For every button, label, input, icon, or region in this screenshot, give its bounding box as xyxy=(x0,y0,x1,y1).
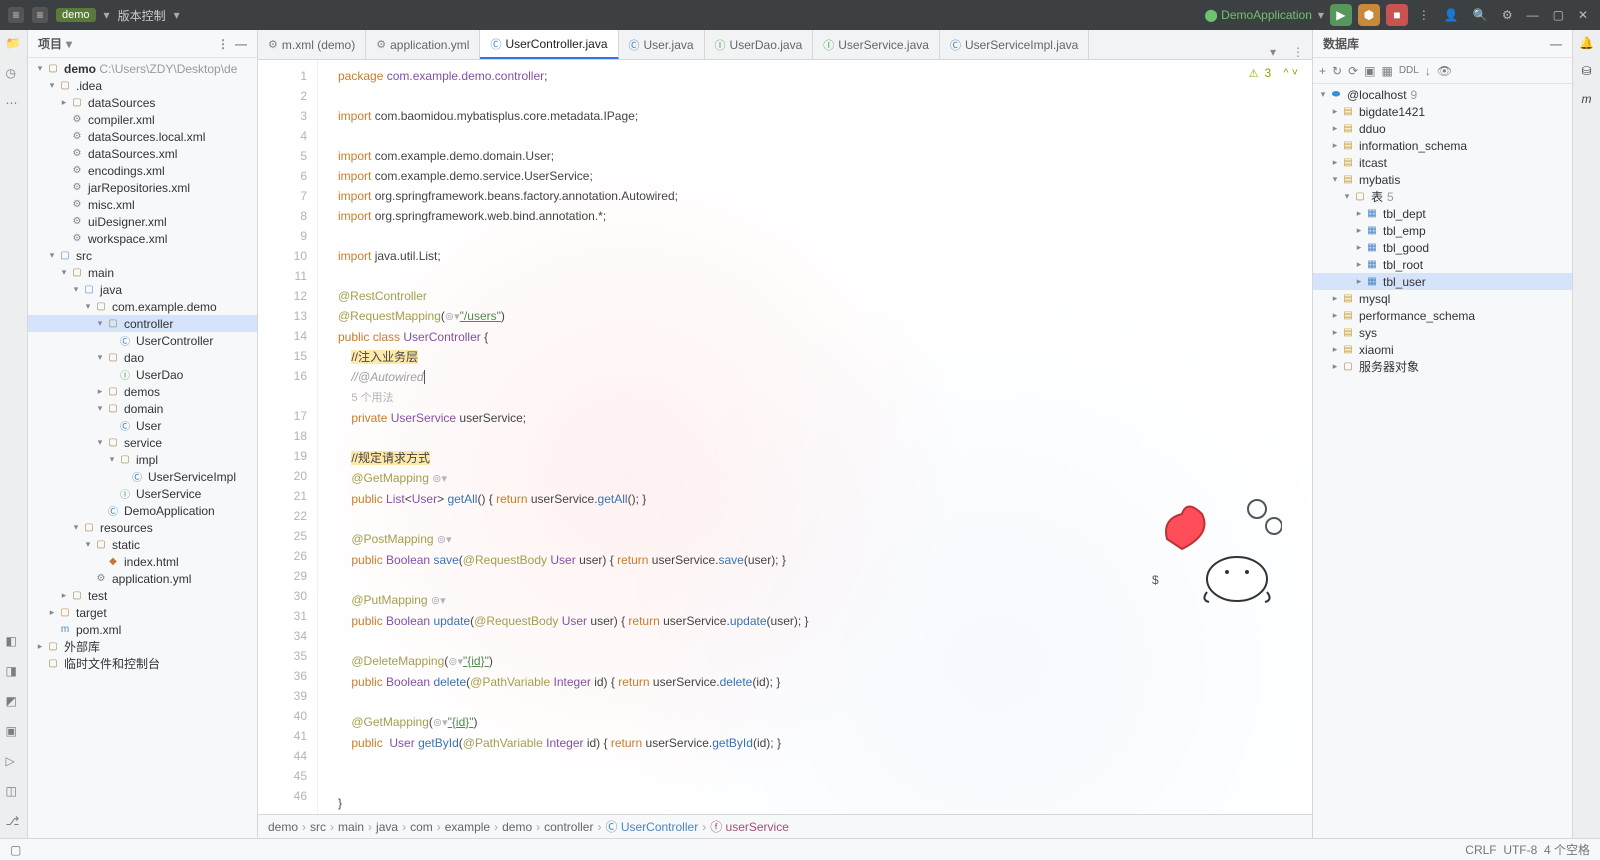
status-encoding[interactable]: UTF-8 xyxy=(1503,843,1537,857)
run-icon[interactable]: ▷ xyxy=(6,754,22,770)
minimize-icon[interactable]: — xyxy=(1523,8,1543,22)
code-editor[interactable]: ⚠ 3 ^ ˅ 12345678910111213141516171819202… xyxy=(258,60,1312,814)
vcs-menu[interactable]: 版本控制 xyxy=(118,7,166,24)
tab-mxml[interactable]: ⚙m.xml (demo) xyxy=(258,30,366,59)
stop-button[interactable]: ■ xyxy=(1386,4,1408,26)
git-icon[interactable]: ⎇ xyxy=(6,814,22,830)
debug-button[interactable]: ⬢ xyxy=(1358,4,1380,26)
status-stack-icon[interactable]: ▢ xyxy=(10,843,21,857)
hamburger-icon[interactable]: ≡ xyxy=(32,7,48,23)
project-tool-icon[interactable]: 📁 xyxy=(6,36,22,52)
crumb[interactable]: example xyxy=(445,820,490,834)
status-bar: ▢ CRLF UTF-8 4 个空格 xyxy=(0,838,1600,860)
structure-tool-icon[interactable]: ⋯ xyxy=(6,96,22,112)
hide-icon[interactable]: — xyxy=(235,37,247,51)
tab-appyml[interactable]: ⚙application.yml xyxy=(366,30,480,59)
chevron-down-icon[interactable]: ▾ xyxy=(66,37,72,51)
refresh-icon[interactable]: ↻ xyxy=(1332,64,1342,78)
database-tool-icon[interactable]: ⛁ xyxy=(1581,64,1591,78)
services-icon[interactable]: ◫ xyxy=(6,784,22,800)
maven-tool-icon[interactable]: m xyxy=(1582,92,1592,106)
gutter: 1234567891011121314151617181920212225262… xyxy=(258,60,318,814)
tab-userservice[interactable]: ⒾUserService.java xyxy=(813,30,940,59)
crumb[interactable]: demo xyxy=(268,820,298,834)
project-tree[interactable]: ▾▢demo C:\Users\ZDY\Desktop\de ▾▢.idea ▸… xyxy=(28,58,257,838)
problems-icon[interactable]: ◩ xyxy=(6,694,22,710)
project-panel-title: 项目 xyxy=(38,35,62,52)
editor-tabs: ⚙m.xml (demo) ⚙application.yml ⒸUserCont… xyxy=(258,30,1312,60)
chevron-down-icon[interactable]: ▾ xyxy=(1318,8,1324,22)
filter-icon[interactable]: ↓ xyxy=(1425,64,1431,78)
project-selector[interactable]: demo xyxy=(56,8,96,22)
run-config-selector[interactable]: ⬤ DemoApplication xyxy=(1204,8,1311,22)
crumb[interactable]: java xyxy=(376,820,398,834)
ddl-icon[interactable]: DDL xyxy=(1399,65,1419,76)
database-panel-title: 数据库 xyxy=(1323,35,1359,52)
add-datasource-icon[interactable]: + xyxy=(1319,64,1326,78)
sync-icon[interactable]: ⟳ xyxy=(1348,64,1358,78)
tree-node-controller: ▾▢controller xyxy=(28,315,257,332)
console-icon[interactable]: ▦ xyxy=(1381,64,1392,78)
breadcrumbs[interactable]: demo› src› main› java› com› example› dem… xyxy=(258,814,1312,838)
tab-userserviceimpl[interactable]: ⒸUserServiceImpl.java xyxy=(940,30,1089,59)
settings-icon[interactable]: ⚙ xyxy=(1498,8,1517,22)
hide-icon[interactable]: — xyxy=(1550,37,1562,51)
status-eol[interactable]: CRLF xyxy=(1465,843,1496,857)
run-button[interactable]: ▶ xyxy=(1330,4,1352,26)
tab-user[interactable]: ⒸUser.java xyxy=(619,30,705,59)
left-tool-strip: 📁 ◷ ⋯ ◧ ◨ ◩ ▣ ▷ ◫ ⎇ xyxy=(0,30,28,838)
bookmarks-icon[interactable]: ◧ xyxy=(6,634,22,650)
crumb[interactable]: src xyxy=(310,820,326,834)
crumb[interactable]: main xyxy=(338,820,364,834)
collapse-icon[interactable]: ⋮ xyxy=(217,37,229,51)
todo-icon[interactable]: ◨ xyxy=(6,664,22,680)
commit-tool-icon[interactable]: ◷ xyxy=(6,66,22,82)
project-panel: 项目 ▾ ⋮ — ▾▢demo C:\Users\ZDY\Desktop\de … xyxy=(28,30,258,838)
titlebar: ≡ ≡ demo ▾ 版本控制 ▾ ⬤ DemoApplication ▾ ▶ … xyxy=(0,0,1600,30)
view-icon[interactable]: 👁 xyxy=(1437,64,1452,78)
tab-list-icon[interactable]: ▾ xyxy=(1262,45,1284,59)
notifications-icon[interactable]: 🔔 xyxy=(1579,36,1594,50)
tab-more-icon[interactable]: ⋮ xyxy=(1284,45,1312,59)
crumb[interactable]: demo xyxy=(502,820,532,834)
right-tool-strip: 🔔 ⛁ m xyxy=(1572,30,1600,838)
search-icon[interactable]: 🔍 xyxy=(1469,8,1492,22)
maximize-icon[interactable]: ▢ xyxy=(1549,8,1568,22)
terminal-icon[interactable]: ▣ xyxy=(6,724,22,740)
database-toolbar: + ↻ ⟳ ▣ ▦ DDL ↓ 👁 xyxy=(1313,58,1572,84)
crumb[interactable]: ⓕ userService xyxy=(710,818,789,835)
database-panel: 数据库 — + ↻ ⟳ ▣ ▦ DDL ↓ 👁 ▾⬬@localhost 9 ▸… xyxy=(1312,30,1572,838)
tab-userdao[interactable]: ⒾUserDao.java xyxy=(705,30,814,59)
database-tree[interactable]: ▾⬬@localhost 9 ▸▤bigdate1421 ▸▤dduo ▸▤in… xyxy=(1313,84,1572,838)
inspection-badge[interactable]: ⚠ 3 ^ ˅ xyxy=(1249,66,1298,80)
crumb[interactable]: controller xyxy=(544,820,593,834)
tab-usercontroller[interactable]: ⒸUserController.java xyxy=(480,30,618,59)
more-icon[interactable]: ⋮ xyxy=(1414,8,1434,22)
crumb[interactable]: Ⓒ UserController xyxy=(605,818,698,835)
chevron-down-icon[interactable]: ▾ xyxy=(174,8,180,22)
user-icon[interactable]: 👤 xyxy=(1440,8,1463,22)
status-indent[interactable]: 4 个空格 xyxy=(1544,841,1590,858)
crumb[interactable]: com xyxy=(410,820,433,834)
close-icon[interactable]: ✕ xyxy=(1574,8,1592,22)
stop-icon[interactable]: ▣ xyxy=(1364,64,1375,78)
chevron-down-icon[interactable]: ▾ xyxy=(104,8,110,22)
code-area[interactable]: package com.example.demo.controller; imp… xyxy=(318,60,1312,814)
main-menu-icon[interactable]: ≡ xyxy=(8,7,24,23)
